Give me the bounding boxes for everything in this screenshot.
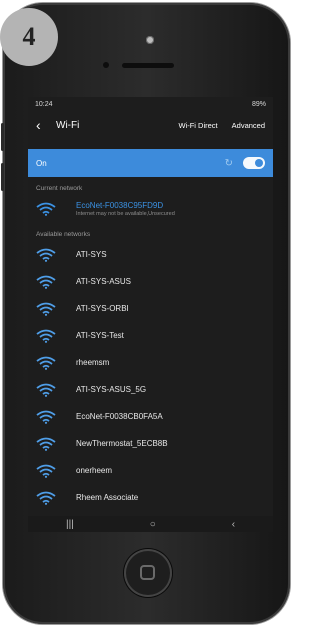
earpiece-speaker xyxy=(122,63,174,68)
current-network-heading: Current network xyxy=(36,185,83,192)
status-battery: 89% xyxy=(251,100,266,108)
network-item[interactable]: NewThermostat_5ECB8B xyxy=(28,430,273,457)
wifi-icon xyxy=(36,302,56,316)
wifi-icon xyxy=(36,410,56,424)
wifi-icon xyxy=(36,202,56,216)
wifi-toggle-switch[interactable] xyxy=(243,157,265,169)
network-name: NewThermostat_5ECB8B xyxy=(76,439,168,448)
wifi-toggle-row[interactable]: On ↻ xyxy=(28,149,273,177)
network-item[interactable]: ATI-SYS-Test xyxy=(28,322,273,349)
advanced-button[interactable]: Advanced xyxy=(232,121,265,130)
back-icon[interactable]: ‹ xyxy=(232,519,235,530)
wifi-icon xyxy=(36,491,56,505)
network-item[interactable]: Rheem Associate xyxy=(28,484,273,511)
network-item[interactable]: rheemsm xyxy=(28,349,273,376)
network-name: ATI-SYS-ASUS xyxy=(76,277,131,286)
refresh-icon[interactable]: ↻ xyxy=(225,158,233,169)
network-item[interactable]: ATI-SYS-ASUS xyxy=(28,268,273,295)
wifi-direct-button[interactable]: Wi-Fi Direct xyxy=(178,121,217,130)
current-network-name: EcoNet-F0038C95FD9D xyxy=(76,201,164,210)
current-network-item[interactable]: EcoNet-F0038C95FD9D Internet may not be … xyxy=(28,195,273,223)
network-name: EcoNet-F0038CB0FA5A xyxy=(76,412,163,421)
network-item[interactable]: ATI-SYS-ASUS_5G xyxy=(28,376,273,403)
available-networks-heading: Available networks xyxy=(36,231,91,238)
status-bar: 10:24 89% xyxy=(28,97,273,111)
wifi-icon xyxy=(36,464,56,478)
network-item[interactable]: ATI-SYS-ORBI xyxy=(28,295,273,322)
wifi-icon xyxy=(36,356,56,370)
current-network-status: Internet may not be available,Unsecured xyxy=(76,211,175,217)
wifi-icon xyxy=(36,383,56,397)
wifi-toggle-label: On xyxy=(36,158,47,168)
network-name: ATI-SYS-ORBI xyxy=(76,304,129,313)
step-number-badge: 4 xyxy=(0,8,58,66)
network-name: ATI-SYS-Test xyxy=(76,331,124,340)
status-time: 10:24 xyxy=(35,100,53,108)
wifi-icon xyxy=(36,275,56,289)
network-name: ATI-SYS xyxy=(76,250,107,259)
wifi-icon xyxy=(36,248,56,262)
page-title: Wi-Fi xyxy=(56,119,80,131)
home-icon[interactable]: ○ xyxy=(150,519,156,530)
volume-up-button xyxy=(1,123,4,151)
network-name: Rheem Associate xyxy=(76,493,139,502)
wifi-header: ‹ Wi-Fi Wi-Fi Direct Advanced xyxy=(28,111,273,139)
network-name: rheemsm xyxy=(76,358,110,367)
recents-icon[interactable]: ||| xyxy=(66,519,74,530)
volume-down-button xyxy=(1,163,4,191)
front-camera xyxy=(103,62,109,68)
wifi-icon xyxy=(36,329,56,343)
android-nav-bar: ||| ○ ‹ xyxy=(28,516,273,532)
network-item[interactable]: EcoNet-F0038CB0FA5A xyxy=(28,403,273,430)
phone-screen: 10:24 89% ‹ Wi-Fi Wi-Fi Direct Advanced … xyxy=(28,97,273,532)
home-button[interactable] xyxy=(124,549,172,597)
network-list: ATI-SYS ATI-SYS-ASUS ATI-SYS-ORBI ATI-SYS-T… xyxy=(28,241,273,511)
network-name: ATI-SYS-ASUS_5G xyxy=(76,385,147,394)
network-item[interactable]: onerheem xyxy=(28,457,273,484)
wifi-icon xyxy=(36,437,56,451)
front-sensor xyxy=(146,36,154,44)
back-arrow-icon[interactable]: ‹ xyxy=(36,117,50,133)
network-item[interactable]: ATI-SYS xyxy=(28,241,273,268)
network-name: onerheem xyxy=(76,466,113,475)
